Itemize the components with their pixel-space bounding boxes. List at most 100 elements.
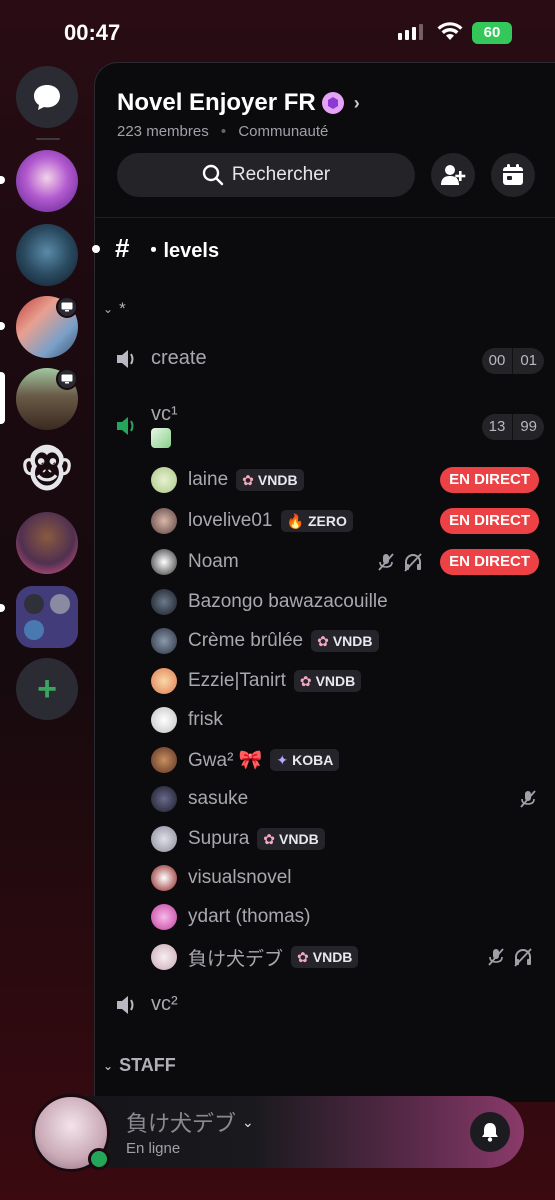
selected-indicator <box>0 372 5 424</box>
voice-member[interactable]: frisk <box>151 704 541 736</box>
voice-member[interactable]: Crème brûlée ✿ VNDB <box>151 625 541 657</box>
avatar <box>151 549 177 575</box>
avatar <box>151 865 177 891</box>
rail-divider <box>36 138 60 140</box>
cellular-signal-icon <box>398 24 423 40</box>
server-tag: ✿ VNDB <box>236 469 304 491</box>
voice-member[interactable]: Noam EN DIRECT <box>151 546 541 578</box>
channel-name: vc¹ <box>151 403 178 425</box>
voice-channel-vc1[interactable]: vc¹ <box>115 403 178 448</box>
category-name: * <box>119 299 126 318</box>
search-label: Rechercher <box>231 164 331 185</box>
avatar <box>151 467 177 493</box>
live-badge: EN DIRECT <box>440 508 539 534</box>
invite-button[interactable] <box>431 153 475 197</box>
flower-icon: ✿ <box>317 632 329 649</box>
boost-icon <box>321 92 344 114</box>
wifi-icon <box>437 22 463 40</box>
member-count: 223 membres <box>117 123 209 140</box>
search-button[interactable]: Rechercher <box>117 153 415 197</box>
speaker-active-icon <box>117 417 134 435</box>
server-rail: 🐵 + <box>0 62 92 1102</box>
avatar <box>151 944 177 970</box>
online-status-dot <box>88 1148 110 1170</box>
server-tag: ✿ VNDB <box>311 630 379 652</box>
server-icon-mask[interactable] <box>16 224 78 286</box>
avatar <box>151 668 177 694</box>
voice-member[interactable]: Bazongo bawazacouille <box>151 586 541 618</box>
user-limit: 99 <box>512 414 544 440</box>
server-icon-anime-purple[interactable] <box>16 150 78 212</box>
member-name: Crème brûlée <box>188 630 304 651</box>
voice-member[interactable]: Ezzie|Tanirt ✿ VNDB <box>151 665 541 697</box>
voice-member[interactable]: Supura ✿ VNDB <box>151 823 541 855</box>
headphones-deafened-icon <box>404 553 422 572</box>
user-count: 13 <box>488 418 506 435</box>
category-staff[interactable]: ⌄ STAFF <box>103 1055 176 1076</box>
chevron-right-icon: › <box>353 92 360 113</box>
voice-member[interactable]: ydart (thomas) <box>151 901 541 933</box>
server-type: Communauté <box>238 123 329 140</box>
clock: 00:47 <box>64 20 121 45</box>
member-name: laine <box>188 469 229 490</box>
category-star[interactable]: ⌄ * <box>103 299 126 319</box>
voice-member[interactable]: visualsnovel <box>151 862 541 894</box>
speaker-icon <box>117 349 134 368</box>
server-tag: ✿ VNDB <box>291 946 359 968</box>
voice-channel-vc2[interactable]: vc² <box>115 993 178 1016</box>
voice-member[interactable]: lovelive01 🔥 ZERO EN DIRECT <box>151 505 541 537</box>
user-limit-badge: 00 01 <box>481 348 544 374</box>
avatar <box>151 707 177 733</box>
screen-share-icon <box>56 368 78 390</box>
bell-icon <box>482 1123 498 1142</box>
direct-messages-button[interactable] <box>16 66 78 128</box>
live-badge: EN DIRECT <box>440 549 539 575</box>
user-panel[interactable]: 負け犬デブ ⌄ En ligne <box>32 1094 524 1172</box>
channel-levels[interactable]: # ・levels <box>115 233 219 264</box>
server-name: Novel Enjoyer FR <box>117 89 316 116</box>
server-header[interactable]: Novel Enjoyer FR › <box>117 89 360 117</box>
channel-name: ・levels <box>143 240 220 262</box>
events-button[interactable] <box>491 153 535 197</box>
mic-muted-icon <box>520 790 536 808</box>
member-name: visualsnovel <box>188 867 292 888</box>
voice-member[interactable]: laine ✿ VNDB EN DIRECT <box>151 464 541 496</box>
flower-icon: ✿ <box>297 948 309 965</box>
chevron-down-icon: ⌄ <box>103 302 114 316</box>
search-icon <box>202 164 224 186</box>
user-name-row[interactable]: 負け犬デブ ⌄ <box>126 1106 254 1138</box>
notifications-button[interactable] <box>470 1112 510 1152</box>
member-name: Gwa² 🎀 <box>188 750 263 771</box>
voice-member[interactable]: 負け犬デブ ✿ VNDB <box>151 941 541 973</box>
channel-name: create <box>151 347 207 369</box>
server-folder[interactable] <box>16 586 78 648</box>
header-divider <box>95 217 555 218</box>
sparkle-icon: ✦ <box>276 751 289 768</box>
flame-icon: 🔥 <box>286 512 304 529</box>
chevron-down-icon: ⌄ <box>103 1058 114 1073</box>
category-name: STAFF <box>119 1055 176 1075</box>
avatar <box>151 747 177 773</box>
user-status: En ligne <box>126 1140 181 1157</box>
mic-muted-icon <box>488 948 504 966</box>
voice-member[interactable]: sasuke <box>151 783 541 815</box>
headphones-deafened-icon <box>514 948 532 967</box>
voice-member[interactable]: Gwa² 🎀 ✦ KOBA <box>151 744 541 776</box>
server-icon-monkey[interactable]: 🐵 <box>16 440 78 502</box>
voice-channel-create[interactable]: create <box>115 347 207 370</box>
add-server-button[interactable]: + <box>16 658 78 720</box>
unread-dot <box>92 245 100 253</box>
hash-icon: # <box>115 233 130 263</box>
flower-icon: ✿ <box>242 471 254 488</box>
flower-icon: ✿ <box>263 830 276 847</box>
member-name: Supura <box>188 828 250 849</box>
unread-indicator <box>0 604 5 612</box>
server-tag: ✦ KOBA <box>270 749 340 771</box>
server-tag: ✿ VNDB <box>293 670 362 692</box>
member-name: frisk <box>188 709 223 730</box>
member-name: Bazongo bawazacouille <box>188 591 388 612</box>
member-name: ydart (thomas) <box>188 906 311 927</box>
server-icon-person[interactable] <box>16 512 78 574</box>
chat-bubble-icon <box>34 85 60 110</box>
mic-muted-icon <box>378 553 394 571</box>
